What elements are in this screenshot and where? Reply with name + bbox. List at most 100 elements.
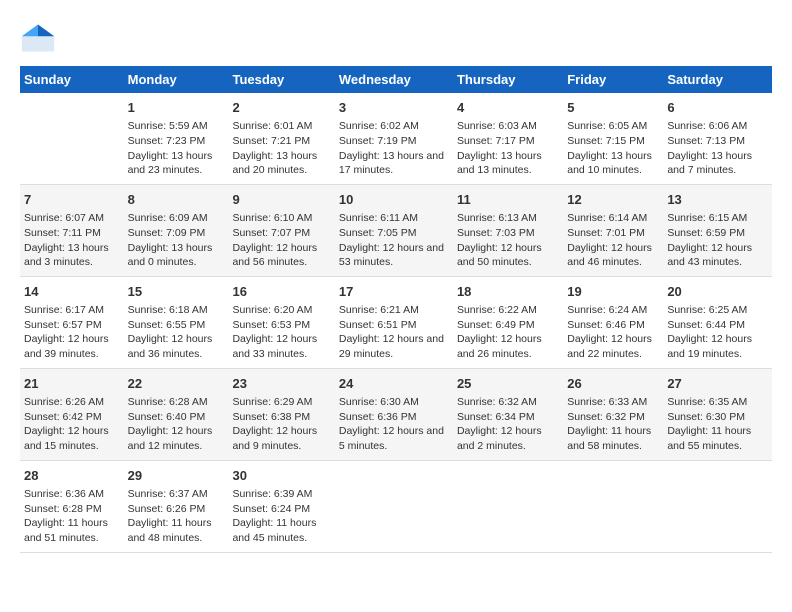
day-cell <box>453 460 563 552</box>
day-cell: 9Sunrise: 6:10 AMSunset: 7:07 PMDaylight… <box>228 184 334 276</box>
day-cell: 4 Sunrise: 6:03 AMSunset: 7:17 PMDaylight… <box>453 93 563 184</box>
day-cell: 19 Sunrise: 6:24 AMSunset: 6:46 PMDayligh… <box>563 276 663 368</box>
day-info: Sunrise: 6:39 AMSunset: 6:24 PMDaylight:… <box>232 487 330 546</box>
day-header-tuesday: Tuesday <box>228 66 334 93</box>
day-number: 12 <box>567 191 659 209</box>
day-info: Sunrise: 6:21 AMSunset: 6:51 PMDaylight:… <box>339 303 449 362</box>
day-info: Sunrise: 6:15 AMSunset: 6:59 PMDaylight:… <box>667 211 768 270</box>
page-header <box>20 20 772 56</box>
day-cell: 28 Sunrise: 6:36 AMSunset: 6:28 PMDayligh… <box>20 460 124 552</box>
day-header-friday: Friday <box>563 66 663 93</box>
day-cell <box>563 460 663 552</box>
day-cell: 21 Sunrise: 6:26 AMSunset: 6:42 PMDayligh… <box>20 368 124 460</box>
day-header-wednesday: Wednesday <box>335 66 453 93</box>
day-cell: 20 Sunrise: 6:25 AMSunset: 6:44 PMDayligh… <box>663 276 772 368</box>
day-number: 7 <box>24 191 120 209</box>
day-info: Sunrise: 6:05 AMSunset: 7:15 PMDaylight:… <box>567 119 659 178</box>
day-info: Sunrise: 6:20 AMSunset: 6:53 PMDaylight:… <box>232 303 330 362</box>
day-info: Sunrise: 6:01 AMSunset: 7:21 PMDaylight:… <box>232 119 330 178</box>
day-cell: 13 Sunrise: 6:15 AMSunset: 6:59 PMDayligh… <box>663 184 772 276</box>
day-number: 23 <box>232 375 330 393</box>
day-info: Sunrise: 6:32 AMSunset: 6:34 PMDaylight:… <box>457 395 559 454</box>
day-info: Sunrise: 6:11 AMSunset: 7:05 PMDaylight:… <box>339 211 449 270</box>
day-number: 8 <box>128 191 225 209</box>
day-info: Sunrise: 6:22 AMSunset: 6:49 PMDaylight:… <box>457 303 559 362</box>
calendar-header: SundayMondayTuesdayWednesdayThursdayFrid… <box>20 66 772 93</box>
day-cell: 30Sunrise: 6:39 AMSunset: 6:24 PMDayligh… <box>228 460 334 552</box>
day-header-sunday: Sunday <box>20 66 124 93</box>
day-info: Sunrise: 6:10 AMSunset: 7:07 PMDaylight:… <box>232 211 330 270</box>
week-row-5: 28 Sunrise: 6:36 AMSunset: 6:28 PMDayligh… <box>20 460 772 552</box>
day-cell: 8Sunrise: 6:09 AMSunset: 7:09 PMDaylight… <box>124 184 229 276</box>
day-info: Sunrise: 6:25 AMSunset: 6:44 PMDaylight:… <box>667 303 768 362</box>
day-header-saturday: Saturday <box>663 66 772 93</box>
day-number: 22 <box>128 375 225 393</box>
day-cell: 11 Sunrise: 6:13 AMSunset: 7:03 PMDayligh… <box>453 184 563 276</box>
day-cell: 7 Sunrise: 6:07 AMSunset: 7:11 PMDaylight… <box>20 184 124 276</box>
logo <box>20 20 62 56</box>
day-cell: 14Sunrise: 6:17 AMSunset: 6:57 PMDayligh… <box>20 276 124 368</box>
day-number: 27 <box>667 375 768 393</box>
day-info: Sunrise: 6:36 AMSunset: 6:28 PMDaylight:… <box>24 487 120 546</box>
day-cell: 15 Sunrise: 6:18 AMSunset: 6:55 PMDayligh… <box>124 276 229 368</box>
day-cell: 6 Sunrise: 6:06 AMSunset: 7:13 PMDaylight… <box>663 93 772 184</box>
day-number: 19 <box>567 283 659 301</box>
day-cell <box>20 93 124 184</box>
day-cell: 12 Sunrise: 6:14 AMSunset: 7:01 PMDayligh… <box>563 184 663 276</box>
day-info: Sunrise: 6:37 AMSunset: 6:26 PMDaylight:… <box>128 487 225 546</box>
calendar-table: SundayMondayTuesdayWednesdayThursdayFrid… <box>20 66 772 553</box>
day-number: 18 <box>457 283 559 301</box>
day-header-monday: Monday <box>124 66 229 93</box>
day-cell: 18 Sunrise: 6:22 AMSunset: 6:49 PMDayligh… <box>453 276 563 368</box>
day-info: Sunrise: 6:06 AMSunset: 7:13 PMDaylight:… <box>667 119 768 178</box>
day-info: Sunrise: 6:02 AMSunset: 7:19 PMDaylight:… <box>339 119 449 178</box>
day-number: 17 <box>339 283 449 301</box>
day-cell <box>663 460 772 552</box>
day-info: Sunrise: 6:26 AMSunset: 6:42 PMDaylight:… <box>24 395 120 454</box>
day-number: 4 <box>457 99 559 117</box>
day-number: 24 <box>339 375 449 393</box>
day-info: Sunrise: 6:35 AMSunset: 6:30 PMDaylight:… <box>667 395 768 454</box>
logo-icon <box>20 20 56 56</box>
day-number: 25 <box>457 375 559 393</box>
day-number: 5 <box>567 99 659 117</box>
day-number: 29 <box>128 467 225 485</box>
day-number: 26 <box>567 375 659 393</box>
day-info: Sunrise: 6:33 AMSunset: 6:32 PMDaylight:… <box>567 395 659 454</box>
day-number: 21 <box>24 375 120 393</box>
day-cell: 29 Sunrise: 6:37 AMSunset: 6:26 PMDayligh… <box>124 460 229 552</box>
day-number: 16 <box>232 283 330 301</box>
day-info: Sunrise: 6:03 AMSunset: 7:17 PMDaylight:… <box>457 119 559 178</box>
week-row-4: 21 Sunrise: 6:26 AMSunset: 6:42 PMDayligh… <box>20 368 772 460</box>
day-number: 15 <box>128 283 225 301</box>
day-number: 6 <box>667 99 768 117</box>
day-cell: 1Sunrise: 5:59 AMSunset: 7:23 PMDaylight… <box>124 93 229 184</box>
day-info: Sunrise: 6:13 AMSunset: 7:03 PMDaylight:… <box>457 211 559 270</box>
day-cell: 24Sunrise: 6:30 AMSunset: 6:36 PMDayligh… <box>335 368 453 460</box>
day-info: Sunrise: 5:59 AMSunset: 7:23 PMDaylight:… <box>128 119 225 178</box>
day-header-thursday: Thursday <box>453 66 563 93</box>
day-number: 10 <box>339 191 449 209</box>
day-number: 2 <box>232 99 330 117</box>
day-cell: 16 Sunrise: 6:20 AMSunset: 6:53 PMDayligh… <box>228 276 334 368</box>
day-number: 28 <box>24 467 120 485</box>
day-info: Sunrise: 6:07 AMSunset: 7:11 PMDaylight:… <box>24 211 120 270</box>
day-cell: 3 Sunrise: 6:02 AMSunset: 7:19 PMDaylight… <box>335 93 453 184</box>
day-number: 13 <box>667 191 768 209</box>
day-cell: 22Sunrise: 6:28 AMSunset: 6:40 PMDayligh… <box>124 368 229 460</box>
day-info: Sunrise: 6:24 AMSunset: 6:46 PMDaylight:… <box>567 303 659 362</box>
day-cell: 2 Sunrise: 6:01 AMSunset: 7:21 PMDaylight… <box>228 93 334 184</box>
day-cell <box>335 460 453 552</box>
week-row-1: 1Sunrise: 5:59 AMSunset: 7:23 PMDaylight… <box>20 93 772 184</box>
day-cell: 25 Sunrise: 6:32 AMSunset: 6:34 PMDayligh… <box>453 368 563 460</box>
day-cell: 10 Sunrise: 6:11 AMSunset: 7:05 PMDayligh… <box>335 184 453 276</box>
day-cell: 26 Sunrise: 6:33 AMSunset: 6:32 PMDayligh… <box>563 368 663 460</box>
week-row-3: 14Sunrise: 6:17 AMSunset: 6:57 PMDayligh… <box>20 276 772 368</box>
day-number: 11 <box>457 191 559 209</box>
day-info: Sunrise: 6:18 AMSunset: 6:55 PMDaylight:… <box>128 303 225 362</box>
day-number: 20 <box>667 283 768 301</box>
day-info: Sunrise: 6:14 AMSunset: 7:01 PMDaylight:… <box>567 211 659 270</box>
day-info: Sunrise: 6:17 AMSunset: 6:57 PMDaylight:… <box>24 303 120 362</box>
day-number: 3 <box>339 99 449 117</box>
day-info: Sunrise: 6:29 AMSunset: 6:38 PMDaylight:… <box>232 395 330 454</box>
